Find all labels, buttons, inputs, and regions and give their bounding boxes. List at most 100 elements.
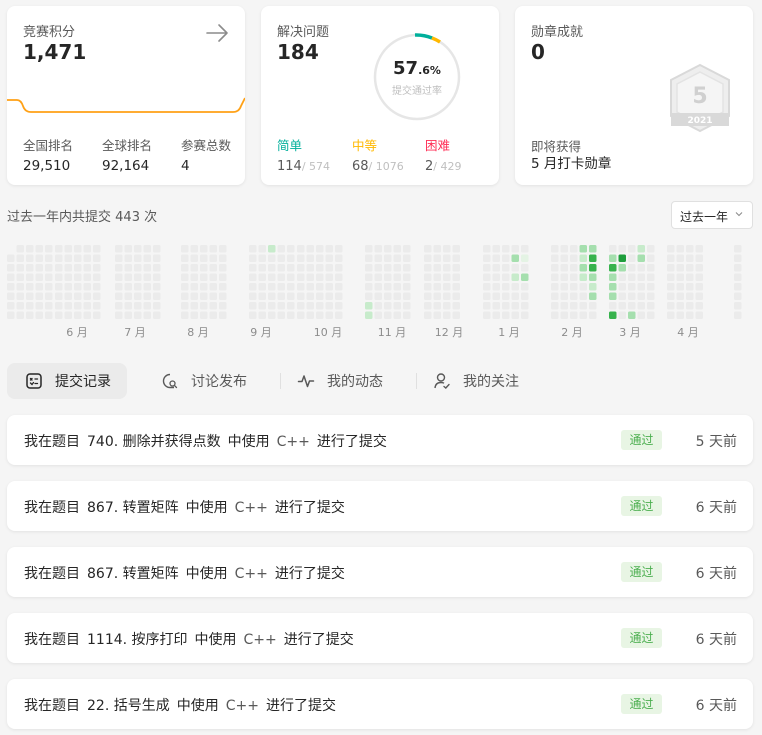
heatmap-cell bbox=[335, 245, 343, 253]
heatmap-cell bbox=[511, 254, 519, 262]
heatmap-cell bbox=[511, 292, 519, 300]
heatmap-cell bbox=[316, 292, 324, 300]
heatmap-cell bbox=[609, 302, 617, 310]
heatmap-cell bbox=[26, 311, 34, 319]
heatmap-cell bbox=[55, 311, 63, 319]
heatmap-cell bbox=[384, 264, 392, 272]
submission-record[interactable]: 我在题目 867. 转置矩阵 中使用 C++ 进行了提交 通过 6 天前 bbox=[7, 547, 753, 597]
rating-trend-line bbox=[7, 97, 245, 113]
heatmap-cell bbox=[667, 311, 675, 319]
submission-record[interactable]: 我在题目 22. 括号生成 中使用 C++ 进行了提交 通过 6 天前 bbox=[7, 679, 753, 729]
range-select[interactable]: 过去一年 bbox=[671, 201, 753, 229]
heatmap-cell bbox=[452, 273, 460, 281]
heatmap-cell bbox=[335, 283, 343, 291]
heatmap-cell bbox=[219, 264, 227, 272]
heatmap-cell bbox=[403, 283, 411, 291]
heatmap-cell bbox=[45, 264, 53, 272]
heatmap-cell bbox=[551, 273, 559, 281]
solved-card[interactable]: 解决问题 184 57.6% 提交通过率 简单 114/ 574 中等 68/ … bbox=[261, 6, 499, 185]
heatmap-cell bbox=[143, 245, 151, 253]
heatmap-cell bbox=[35, 311, 43, 319]
problem-link[interactable]: 867. 转置矩阵 bbox=[87, 566, 179, 582]
rating-card[interactable]: 竞赛积分 1,471 全国排名 29,510 全球排名 92,164 参赛总数 … bbox=[7, 6, 245, 185]
heatmap-cell bbox=[521, 311, 529, 319]
heatmap-cell bbox=[384, 273, 392, 281]
heatmap-cell bbox=[153, 273, 161, 281]
problem-link[interactable]: 740. 删除并获得点数 bbox=[87, 434, 221, 450]
heatmap-cell bbox=[55, 283, 63, 291]
heatmap-cell bbox=[35, 254, 43, 262]
heatmap-cell bbox=[287, 273, 295, 281]
heatmap-cell bbox=[667, 264, 675, 272]
tab-submissions[interactable]: 提交记录 bbox=[7, 363, 127, 399]
heatmap-cell bbox=[74, 245, 82, 253]
heatmap-cell bbox=[560, 311, 568, 319]
heatmap-cell bbox=[452, 292, 460, 300]
tab-following[interactable]: 我的关注 bbox=[433, 363, 519, 399]
heatmap-cell bbox=[628, 264, 636, 272]
heatmap-cell bbox=[365, 254, 373, 262]
heatmap-cell bbox=[579, 245, 587, 253]
heatmap-month-label: 7 月 bbox=[124, 326, 146, 339]
stat-national-rank: 全国排名 29,510 bbox=[23, 138, 74, 174]
badge-card[interactable]: 勋章成就 0 5 2021 即将获得 5 月打卡勋章 bbox=[515, 6, 753, 185]
heatmap-cell bbox=[647, 302, 655, 310]
heatmap-cell bbox=[492, 264, 500, 272]
heatmap-cell bbox=[26, 254, 34, 262]
heatmap-cell bbox=[424, 302, 432, 310]
heatmap-cell bbox=[268, 302, 276, 310]
problem-link[interactable]: 22. 括号生成 bbox=[87, 698, 170, 714]
heatmap-cell bbox=[200, 254, 208, 262]
tab-discussions[interactable]: 讨论发布 bbox=[161, 363, 247, 399]
heatmap-cell bbox=[695, 311, 703, 319]
heatmap-cell bbox=[502, 302, 510, 310]
heatmap-cell bbox=[686, 283, 694, 291]
heatmap-cell bbox=[181, 292, 189, 300]
heatmap-cell bbox=[209, 245, 217, 253]
submission-record[interactable]: 我在题目 867. 转置矩阵 中使用 C++ 进行了提交 通过 6 天前 bbox=[7, 481, 753, 531]
heatmap-cell bbox=[219, 311, 227, 319]
problem-link[interactable]: 867. 转置矩阵 bbox=[87, 500, 179, 516]
heatmap-cell bbox=[115, 245, 123, 253]
heatmap-cell bbox=[45, 311, 53, 319]
heatmap-cell bbox=[124, 292, 132, 300]
heatmap-cell bbox=[83, 311, 91, 319]
heatmap-cell bbox=[55, 245, 63, 253]
arrow-right-icon[interactable] bbox=[205, 22, 231, 44]
heatmap-cell bbox=[618, 254, 626, 262]
submission-record[interactable]: 我在题目 740. 删除并获得点数 中使用 C++ 进行了提交 通过 5 天前 bbox=[7, 415, 753, 465]
heatmap-cell bbox=[200, 292, 208, 300]
heatmap-cell bbox=[483, 292, 491, 300]
rating-title: 竞赛积分 bbox=[23, 25, 76, 40]
heatmap-cell bbox=[647, 283, 655, 291]
heatmap-cell bbox=[325, 264, 333, 272]
heatmap-cell bbox=[667, 245, 675, 253]
heatmap-cell bbox=[16, 292, 24, 300]
heatmap-cell bbox=[143, 273, 151, 281]
heatmap-cell bbox=[115, 264, 123, 272]
heatmap-cell bbox=[511, 283, 519, 291]
heatmap-cell bbox=[433, 264, 441, 272]
heatmap-cell bbox=[26, 273, 34, 281]
heatmap-cell bbox=[16, 311, 24, 319]
heatmap-cell bbox=[181, 283, 189, 291]
acceptance-rate: 57.6% bbox=[393, 58, 441, 79]
problem-link[interactable]: 1114. 按序打印 bbox=[87, 632, 188, 648]
heatmap-cell bbox=[374, 292, 382, 300]
heatmap-cell bbox=[618, 311, 626, 319]
heatmap-cell bbox=[209, 302, 217, 310]
heatmap-cell bbox=[325, 302, 333, 310]
heatmap-cell bbox=[667, 302, 675, 310]
heatmap-cell bbox=[647, 245, 655, 253]
submission-record[interactable]: 我在题目 1114. 按序打印 中使用 C++ 进行了提交 通过 6 天前 bbox=[7, 613, 753, 663]
heatmap-cell bbox=[26, 264, 34, 272]
tab-activity[interactable]: 我的动态 bbox=[297, 363, 383, 399]
difficulty-hard: 困难 2/ 429 bbox=[425, 138, 462, 174]
heatmap-cell bbox=[26, 302, 34, 310]
heatmap-cell bbox=[181, 254, 189, 262]
heatmap-cell bbox=[16, 273, 24, 281]
heatmap-cell bbox=[570, 264, 578, 272]
heatmap-cell bbox=[287, 264, 295, 272]
heatmap-cell bbox=[64, 264, 72, 272]
heatmap-cell bbox=[618, 273, 626, 281]
